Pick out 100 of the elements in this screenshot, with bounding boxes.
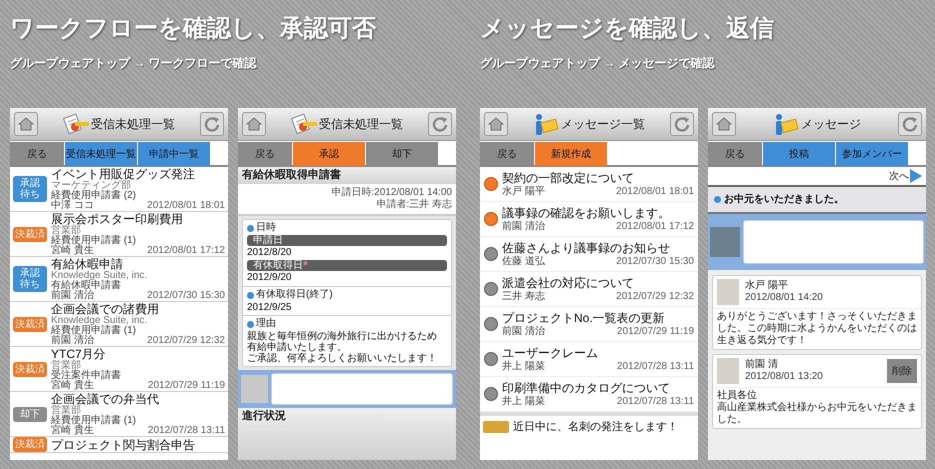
- next-link[interactable]: 次へ: [889, 168, 922, 184]
- breadcrumb: グループウェアトップ → メッセージで確認: [480, 55, 716, 72]
- form-title: 有給休暇取得申請書: [238, 167, 456, 184]
- label-tag: [483, 421, 509, 433]
- reply-field[interactable]: [743, 220, 924, 264]
- message-sender: 三井 寿志: [502, 291, 545, 303]
- status-badge: 却下: [13, 406, 47, 422]
- comment-field[interactable]: [271, 373, 453, 405]
- message-subject: お中元をいただきました。: [724, 192, 844, 207]
- message-title: 契約の一部改定について: [502, 170, 635, 186]
- post-date: 2012/08/01 14:20: [745, 292, 824, 304]
- message-title: 議事録の確認をお願いします。: [502, 205, 671, 220]
- toolbar-button[interactable]: 却下: [366, 142, 438, 166]
- post-body: ありがとうございます！さっそくいただきました。この時期に水ようかんをいただくのは生き返る気分です！: [716, 310, 918, 348]
- message-item[interactable]: 議事録の確認をお願いします。 前園 清治 2012/08/01 17:12: [480, 202, 698, 236]
- post-author: 水戸 陽平: [745, 280, 789, 292]
- item-title: プロジェクト関与割合申告: [51, 438, 196, 452]
- refresh-icon: [204, 116, 220, 132]
- refresh-icon: [674, 116, 690, 132]
- screen-title: 受信未処理一覧: [91, 116, 175, 133]
- item-department: Knowledge Suite, inc.: [51, 271, 148, 281]
- toolbar-button[interactable]: 戻る: [10, 142, 64, 166]
- item-title: 有給休暇申請: [51, 257, 123, 271]
- item-form: 受注案件申請書: [51, 371, 122, 381]
- item-date: 2012/07/29 12:32: [147, 336, 225, 346]
- submitted-date: 申請日時:2012/08/01 14:00: [331, 187, 452, 198]
- status-badge: 承認 待ち: [13, 176, 47, 202]
- workflow-item[interactable]: 決裁済 プロジェクト関与割合申告: [10, 437, 228, 453]
- message-item[interactable]: 佐藤さんより議事録のお知らせ 佐藤 道弘 2012/07/30 15:30: [480, 237, 698, 271]
- field-value: 2012/9/20: [247, 272, 292, 284]
- bullet-icon: [714, 196, 721, 203]
- home-icon: [18, 117, 34, 131]
- home-button[interactable]: [484, 112, 508, 136]
- message-item[interactable]: ユーザークレーム 井上 陽菜 2012/07/28 13:11: [480, 342, 698, 376]
- progress-title: 進行状況: [238, 408, 456, 460]
- photo-placeholder: [717, 358, 739, 384]
- message-title: 佐藤さんより議事録のお知らせ: [502, 240, 671, 256]
- item-form: 経費使用申請書 (2): [51, 191, 137, 201]
- refresh-button[interactable]: [898, 112, 922, 136]
- toolbar-button[interactable]: 戻る: [708, 142, 762, 166]
- toolbar-button[interactable]: 承認: [293, 142, 365, 166]
- item-date: 2012/07/30 15:30: [147, 291, 225, 301]
- section-title: ワークフローを確認し、承認可否: [10, 14, 377, 44]
- status-badge: 決裁済: [13, 316, 47, 332]
- item-date: 2012/08/01 18:01: [147, 201, 225, 211]
- refresh-button[interactable]: [200, 112, 224, 136]
- home-button[interactable]: [14, 112, 38, 136]
- item-title: 企画会議での諸費用: [51, 302, 160, 316]
- screen-title: メッセージ: [801, 116, 861, 133]
- message-item[interactable]: 契約の一部改定について 水戸 陽平 2012/08/01 18:01: [480, 167, 698, 201]
- message-date: 2012/07/29 11:19: [616, 326, 694, 338]
- message-item[interactable]: 派遣会社の対応について 三井 寿志 2012/07/29 12:32: [480, 272, 698, 306]
- notice-item[interactable]: 近日中に、名刺の発注をします！: [480, 412, 698, 438]
- section-title: メッセージを確認し、返信: [480, 14, 775, 44]
- status-badge: 決裁済: [13, 437, 47, 452]
- home-button[interactable]: [242, 112, 266, 136]
- post-date: 2012/08/01 13:20: [745, 371, 824, 383]
- toolbar-button[interactable]: 新規作成: [535, 142, 607, 166]
- message-title: 印刷準備中のカタログについて: [502, 380, 671, 396]
- message-item[interactable]: プロジェクトNo.一覧表の更新 前園 清治 2012/07/29 11:19: [480, 307, 698, 341]
- refresh-icon: [432, 116, 448, 132]
- reason-text: 親族と毎年恒例の海外旅行に出かけるため 有給申請いたします。 ご承認、何卒よろしくお願いいたします！: [247, 331, 438, 364]
- message-sender: 前園 清治: [502, 326, 545, 338]
- document-pen-icon: [291, 113, 317, 135]
- workflow-item[interactable]: 却下 企画会議での弁当代 営業部 経費使用申請書 (1) 宮崎 貴生 2012/07/28 13:11: [10, 392, 228, 437]
- section-heading: 有休取得日(終了): [256, 289, 333, 301]
- item-person: 宮崎 貴生: [51, 246, 94, 256]
- status-badge: 決裁済: [13, 226, 47, 242]
- toolbar-button[interactable]: 参加メンバー: [836, 142, 908, 166]
- section-heading: 理由: [256, 318, 276, 330]
- message-date: 2012/07/28 13:11: [616, 396, 694, 408]
- item-department: マーケティング部: [51, 181, 131, 191]
- post-body: 社員各位 高山産業株式会社様からお中元をいただきました。: [716, 388, 918, 427]
- item-title: 展示会ポスター印刷費用: [51, 212, 184, 226]
- message-item[interactable]: 印刷準備中のカタログについて 井上 陽菜 2012/07/28 13:11: [480, 377, 698, 411]
- item-person: 宮崎 貴生: [51, 426, 94, 436]
- home-button[interactable]: [712, 112, 736, 136]
- item-form: 経費使用申請書 (1): [51, 236, 137, 246]
- person-envelope-icon: [773, 113, 799, 135]
- item-title: YTC7月分: [51, 347, 107, 361]
- person-envelope-icon: [533, 113, 559, 135]
- toolbar-button[interactable]: 戻る: [480, 142, 534, 166]
- item-form: 経費使用申請書 (1): [51, 326, 137, 336]
- post-author: 前園 清: [745, 359, 779, 371]
- toolbar-button[interactable]: 戻る: [238, 142, 292, 166]
- delete-button[interactable]: 削除: [887, 359, 917, 383]
- toolbar-button[interactable]: 投稿: [763, 142, 835, 166]
- message-sender: 井上 陽菜: [502, 396, 545, 408]
- photo-placeholder: [717, 279, 739, 305]
- message-sender: 前園 清治: [502, 221, 545, 233]
- home-icon: [716, 117, 732, 131]
- field-label: 有休取得日: [253, 260, 303, 271]
- item-person: 前園 清治: [51, 336, 94, 346]
- refresh-button[interactable]: [670, 112, 694, 136]
- home-icon: [488, 117, 504, 131]
- toolbar-button[interactable]: 申請中一覧: [138, 142, 210, 166]
- notice-title: 近日中に、名刺の発注をします！: [513, 420, 678, 435]
- toolbar-button[interactable]: 受信未処理一覧: [65, 142, 137, 166]
- refresh-button[interactable]: [428, 112, 452, 136]
- photo-placeholder: [710, 227, 740, 257]
